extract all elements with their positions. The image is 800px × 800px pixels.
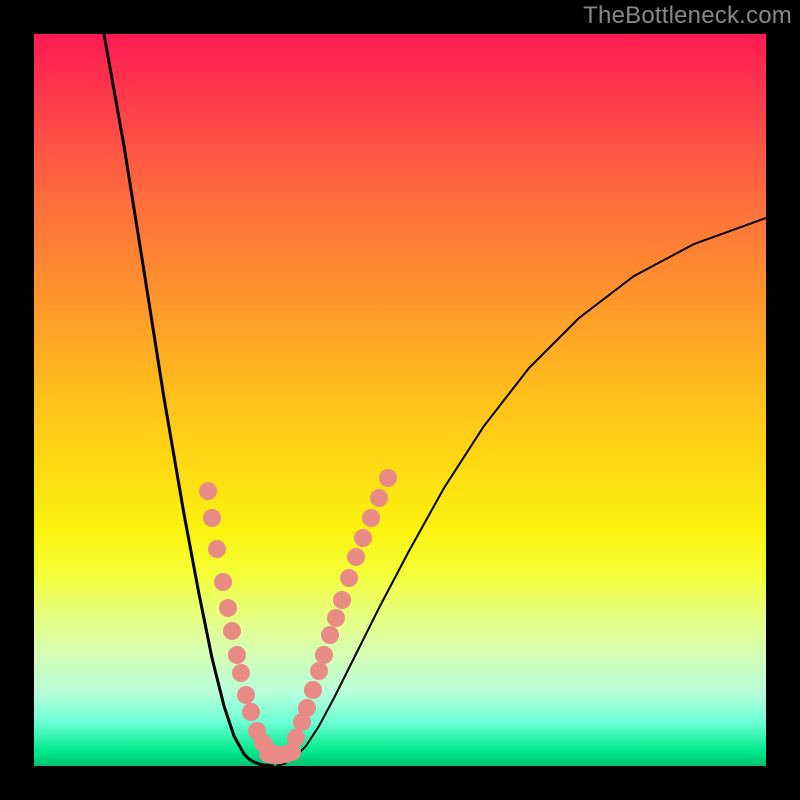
highlight-dot: [203, 509, 221, 527]
highlight-dot: [354, 529, 372, 547]
highlight-dot: [362, 509, 380, 527]
highlight-dot: [199, 482, 217, 500]
highlight-dot: [347, 548, 365, 566]
highlight-dot: [223, 622, 241, 640]
highlight-dot: [333, 591, 351, 609]
plot-area: [34, 34, 766, 766]
highlight-dot: [370, 489, 388, 507]
highlight-dot: [327, 609, 345, 627]
highlight-dot: [232, 664, 250, 682]
highlight-dot: [214, 573, 232, 591]
highlight-dot: [287, 729, 305, 747]
highlight-dot: [208, 540, 226, 558]
highlight-dot: [340, 569, 358, 587]
highlight-dot: [304, 681, 322, 699]
watermark-text: TheBottleneck.com: [583, 2, 792, 30]
curve-right-branch: [276, 218, 766, 766]
highlight-dot: [310, 662, 328, 680]
outer-frame: TheBottleneck.com: [0, 0, 800, 800]
highlight-dot: [298, 699, 316, 717]
highlight-dot: [315, 646, 333, 664]
highlight-dot: [321, 626, 339, 644]
highlight-dot: [242, 703, 260, 721]
highlight-dot: [379, 469, 397, 487]
curve-left-branch: [104, 34, 274, 766]
highlight-dot: [237, 686, 255, 704]
highlight-dot: [219, 599, 237, 617]
chart-overlay: [34, 34, 766, 766]
highlight-dot: [228, 646, 246, 664]
